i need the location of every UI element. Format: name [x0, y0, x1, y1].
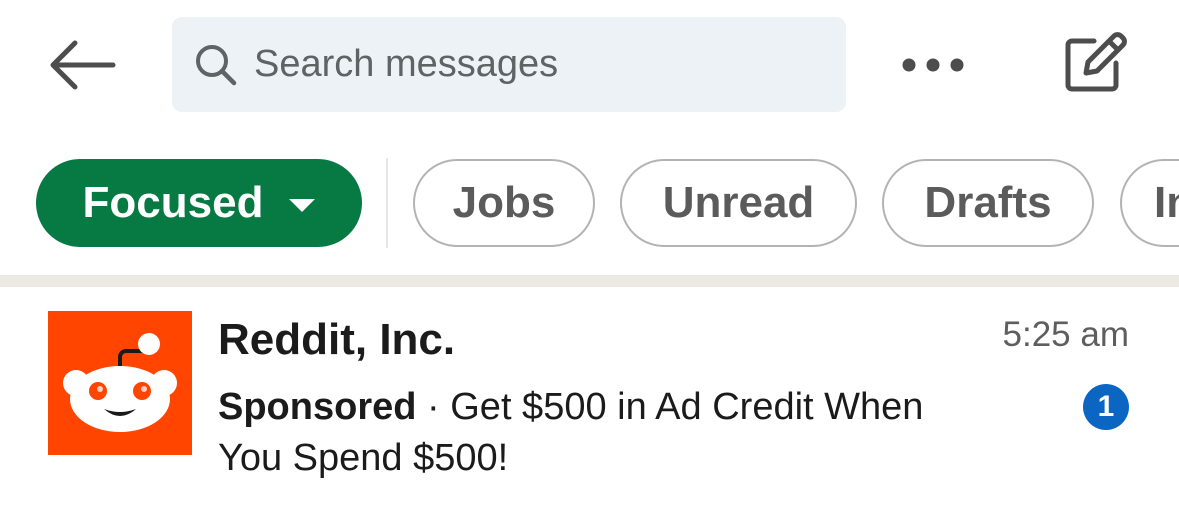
arrow-left-icon [50, 40, 116, 90]
more-options-button[interactable] [893, 40, 973, 90]
filter-drafts-label: Drafts [924, 178, 1052, 227]
search-icon [192, 41, 240, 89]
separator: · [416, 386, 451, 428]
compose-button[interactable] [1058, 28, 1132, 98]
reddit-logo-icon [48, 311, 192, 455]
back-button[interactable] [44, 34, 120, 96]
sponsored-tag: Sponsored [218, 386, 417, 428]
section-divider [0, 275, 1179, 287]
search-input[interactable] [254, 34, 814, 95]
compose-icon [1065, 32, 1127, 92]
avatar[interactable] [48, 311, 192, 455]
message-preview: Sponsored · Get $500 in Ad Credit When Y… [218, 382, 938, 484]
filter-jobs[interactable]: Jobs [413, 159, 595, 247]
filter-chips: Focused Jobs Unread Drafts In [0, 150, 1179, 260]
filter-partial[interactable]: In [1120, 159, 1179, 247]
filter-jobs-label: Jobs [452, 178, 556, 227]
message-time: 5:25 am [1002, 315, 1129, 354]
sender-name: Reddit, Inc. [218, 315, 456, 364]
top-bar [0, 0, 1179, 130]
filter-partial-label: In [1154, 178, 1179, 227]
caret-down-icon [289, 198, 316, 212]
conversation-item[interactable]: Reddit, Inc. 5:25 am Sponsored · Get $50… [0, 287, 1179, 508]
unread-badge: 1 [1083, 384, 1129, 430]
more-horizontal-icon [902, 58, 964, 72]
filter-divider [386, 158, 388, 248]
filter-unread-label: Unread [662, 178, 815, 227]
filter-drafts[interactable]: Drafts [882, 159, 1094, 247]
filter-focused[interactable]: Focused [36, 159, 362, 247]
search-bar[interactable] [172, 17, 846, 112]
filter-unread[interactable]: Unread [620, 159, 857, 247]
filter-focused-label: Focused [82, 178, 264, 227]
